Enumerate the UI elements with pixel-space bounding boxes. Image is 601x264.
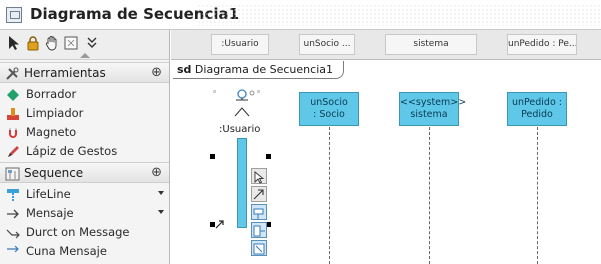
section-label: Herramientas xyxy=(24,66,106,80)
lifeline-dashed-line xyxy=(537,127,538,264)
tab-prefix: sd xyxy=(177,63,192,76)
palette-item-limpiador[interactable]: Limpiador xyxy=(0,104,169,123)
palette-item-label: Durct on Message xyxy=(26,225,130,239)
dropdown-arrow-icon[interactable] xyxy=(158,191,164,195)
header-cell-sistema[interactable]: sistema xyxy=(385,34,477,55)
palette-item-label: Limpiador xyxy=(26,106,84,120)
destroy-message-icon[interactable] xyxy=(251,240,267,256)
diagram-frame-tab[interactable]: sd Diagrama de Secuencia1 xyxy=(173,61,344,79)
header-cell-unpedido[interactable]: unPedido : Pe... xyxy=(507,34,577,55)
note-icon[interactable] xyxy=(63,35,79,51)
diagram-tab-row: sd Diagrama de Secuencia1 xyxy=(171,60,601,80)
lifeline-type: : Socio xyxy=(313,109,345,120)
header-cell-unsocio[interactable]: unSocio ... xyxy=(299,34,355,55)
duration-message-icon xyxy=(6,225,20,239)
lifeline-name: unSocio xyxy=(310,97,348,108)
pin-icon[interactable]: ⊕ xyxy=(151,165,162,180)
palette-item-label: Borrador xyxy=(26,87,77,101)
scroll-up-icon[interactable] xyxy=(80,53,90,58)
self-message-icon[interactable] xyxy=(251,204,267,220)
lifeline-name: unPedido : xyxy=(511,97,562,108)
palette-toolbar xyxy=(0,30,169,60)
return-message-icon[interactable] xyxy=(251,222,267,238)
diagram-icon xyxy=(6,7,22,23)
section-label: Sequence xyxy=(24,166,84,180)
lifeline-unpedido[interactable]: unPedido : Pedido xyxy=(507,92,567,126)
lifeline-name: sistema xyxy=(410,109,448,120)
pin-icon[interactable]: ⊕ xyxy=(151,65,162,80)
palette-item-lapiz[interactable]: Lápiz de Gestos xyxy=(0,142,169,161)
hand-icon[interactable] xyxy=(44,35,60,51)
lifeline-icon xyxy=(6,187,20,202)
selection-handle[interactable] xyxy=(266,154,271,159)
palette-item-duration-message[interactable]: Durct on Message xyxy=(0,223,169,242)
sequence-diagram-icon xyxy=(5,166,20,181)
dropdown-arrow-icon[interactable] xyxy=(158,210,164,214)
tab-name: Diagrama de Secuencia1 xyxy=(194,63,333,76)
resize-arrow-icon[interactable] xyxy=(215,214,225,233)
lifeline-unsocio[interactable]: unSocio : Socio xyxy=(299,92,359,126)
arrow-icon xyxy=(6,206,20,220)
lifeline-type: Pedido xyxy=(521,109,553,120)
lifeline-sistema[interactable]: <<system>> sistema xyxy=(399,92,467,126)
palette-item-label: LifeLine xyxy=(26,187,71,201)
grid-dot xyxy=(257,90,260,93)
palette-panel: Herramientas ⊕ Borrador Limpiador Magnet… xyxy=(0,30,170,264)
palette-item-label: Magneto xyxy=(26,125,77,139)
palette-item-label: Lápiz de Gestos xyxy=(26,144,118,158)
lock-icon[interactable] xyxy=(25,35,41,51)
lifeline-stereotype: <<system>> xyxy=(400,97,467,108)
selection-handle[interactable] xyxy=(210,154,215,159)
window-title-bar: Diagrama de Secuencia1 xyxy=(0,0,601,30)
actor-label: :Usuario xyxy=(219,124,261,135)
pointer-icon[interactable] xyxy=(6,35,22,51)
diagram-canvas[interactable]: :Usuario unSocio : Socio <<system>> sist… xyxy=(171,80,601,264)
message-icon xyxy=(6,244,20,258)
grid-dot xyxy=(213,90,216,93)
palette-item-borrador[interactable]: Borrador xyxy=(0,85,169,104)
cleaner-icon xyxy=(6,106,20,120)
lifeline-dashed-line xyxy=(329,127,330,264)
palette-item-mensaje[interactable]: Mensaje xyxy=(0,204,169,223)
lifeline-dashed-line xyxy=(429,127,430,264)
palette-item-lifeline[interactable]: LifeLine xyxy=(0,185,169,204)
create-message-icon[interactable] xyxy=(251,168,267,184)
message-arrow-icon[interactable] xyxy=(251,186,267,202)
header-cell-usuario[interactable]: :Usuario xyxy=(211,34,269,55)
activation-bar[interactable] xyxy=(237,138,247,228)
section-sequence[interactable]: Sequence ⊕ xyxy=(0,162,169,183)
pencil-icon xyxy=(6,144,20,158)
palette-item-label: Cuna Mensaje xyxy=(26,244,107,258)
eraser-icon xyxy=(6,87,20,101)
palette-item-message[interactable]: Cuna Mensaje xyxy=(0,242,169,261)
magnet-icon xyxy=(6,125,20,139)
tools-icon xyxy=(5,66,20,80)
double-chevron-down-icon[interactable] xyxy=(84,34,100,50)
title-bar-grip[interactable] xyxy=(197,4,601,26)
palette-item-magneto[interactable]: Magneto xyxy=(0,123,169,142)
lifeline-header-strip: :Usuario unSocio ... sistema unPedido : … xyxy=(171,30,601,60)
palette-item-label: Mensaje xyxy=(26,206,74,220)
actor-icon[interactable] xyxy=(231,88,255,128)
section-herramientas[interactable]: Herramientas ⊕ xyxy=(0,62,169,83)
